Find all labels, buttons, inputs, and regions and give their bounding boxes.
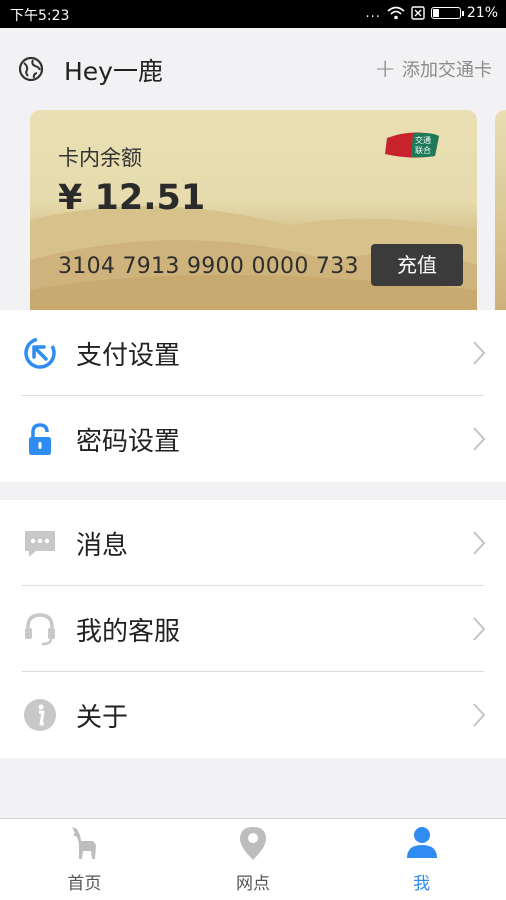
lock-icon xyxy=(29,423,51,455)
chevron-right-icon xyxy=(473,531,486,555)
notification-dots: ... xyxy=(365,5,381,21)
bottom-tab-bar: 首页 网点 我 xyxy=(0,818,506,900)
battery-percent: 21% xyxy=(466,5,498,21)
menu-item-customer-service[interactable]: 我的客服 xyxy=(0,586,506,672)
balance-label: 卡内余额 xyxy=(58,146,142,170)
location-pin-icon xyxy=(240,827,266,860)
balance-amount: ¥ 12.51 xyxy=(58,178,206,218)
tab-label: 我 xyxy=(413,874,431,894)
chevron-right-icon xyxy=(473,427,486,451)
deer-icon xyxy=(72,827,97,859)
tab-outlets[interactable]: 网点 xyxy=(169,819,338,900)
plus-icon: + xyxy=(374,54,396,84)
menu-label: 密码设置 xyxy=(76,426,181,457)
status-icons: ... 21% xyxy=(365,5,498,21)
chevron-right-icon xyxy=(473,341,486,365)
payment-settings-icon xyxy=(24,337,56,369)
header: Hey一鹿 + 添加交通卡 xyxy=(0,28,506,110)
transit-card[interactable]: 交通 联合 卡内余额 ¥ 12.51 3104 7913 9900 0000 7… xyxy=(30,110,477,310)
status-time: 下午5:23 xyxy=(10,8,70,24)
chevron-right-icon xyxy=(473,617,486,641)
menu-group-security: 支付设置 密码设置 xyxy=(0,310,506,482)
headset-icon xyxy=(25,613,55,646)
transit-union-logo: 交通 联合 xyxy=(385,132,439,158)
menu-label: 我的客服 xyxy=(76,616,181,647)
no-sim-icon xyxy=(411,6,425,20)
tab-label: 网点 xyxy=(236,874,270,894)
menu-label: 支付设置 xyxy=(76,340,181,371)
message-icon xyxy=(25,531,55,557)
menu-item-messages[interactable]: 消息 xyxy=(0,500,506,586)
recharge-button[interactable]: 充值 xyxy=(371,244,463,286)
wifi-icon xyxy=(387,6,405,20)
logo-text-bottom: 联合 xyxy=(415,145,431,155)
menu-group-general: 消息 我的客服 关于 xyxy=(0,500,506,758)
menu-item-password-settings[interactable]: 密码设置 xyxy=(0,396,506,482)
status-bar: 下午5:23 ... 21% xyxy=(0,0,506,28)
user-icon xyxy=(406,827,437,858)
globe-icon[interactable] xyxy=(18,56,44,82)
battery-icon xyxy=(430,7,464,19)
next-card-peek[interactable] xyxy=(495,110,506,310)
menu-label: 消息 xyxy=(76,530,129,561)
info-icon xyxy=(24,699,56,731)
page-title: Hey一鹿 xyxy=(64,57,163,86)
logo-text-top: 交通 xyxy=(415,135,431,145)
card-carousel[interactable]: 交通 联合 卡内余额 ¥ 12.51 3104 7913 9900 0000 7… xyxy=(0,110,506,310)
tab-home[interactable]: 首页 xyxy=(0,819,169,900)
menu-label: 关于 xyxy=(76,702,129,733)
add-card-button[interactable]: + 添加交通卡 xyxy=(374,56,492,82)
tab-label: 首页 xyxy=(67,874,102,894)
menu-item-payment-settings[interactable]: 支付设置 xyxy=(0,310,506,396)
card-number: 3104 7913 9900 0000 733 xyxy=(58,254,359,279)
tab-me[interactable]: 我 xyxy=(337,819,506,900)
chevron-right-icon xyxy=(473,703,486,727)
menu-item-about[interactable]: 关于 xyxy=(0,672,506,758)
add-card-label: 添加交通卡 xyxy=(402,60,492,81)
